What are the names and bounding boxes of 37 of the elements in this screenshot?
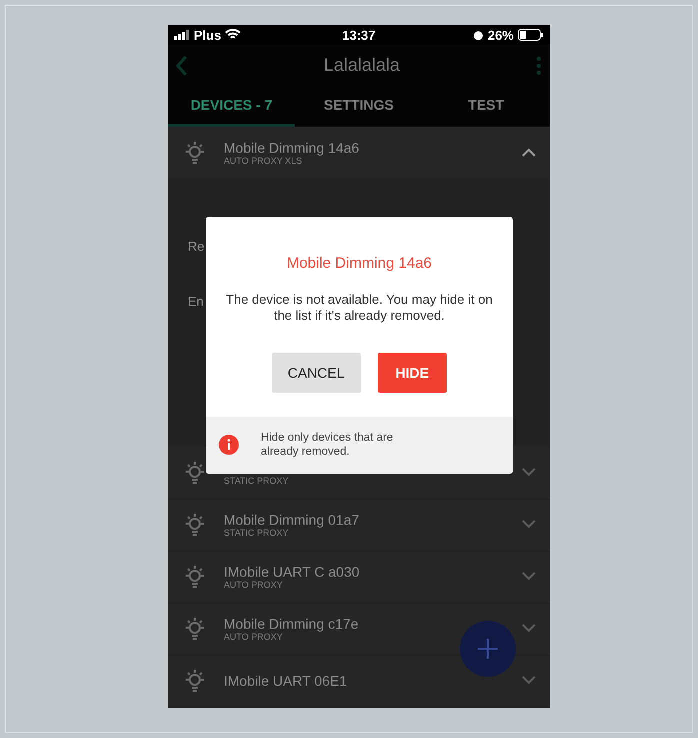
screen-title: Lalalalala — [324, 55, 400, 76]
device-type: AUTO PROXY XLS — [224, 156, 302, 166]
chevron-down-icon[interactable] — [522, 676, 536, 686]
tab[interactable]: DEVICES - 7 — [168, 86, 296, 128]
dialog-title: Mobile Dimming 14a6 — [286, 255, 434, 272]
device-type: AUTO PROXY — [224, 580, 284, 590]
info-note: Hide only devices that are already removed. — [261, 430, 394, 460]
info-icon — [219, 435, 239, 456]
battery-percent: 26% — [488, 28, 514, 43]
signal-icon — [174, 30, 190, 40]
wifi-icon — [225, 29, 242, 42]
hide-button[interactable]: HIDE — [378, 352, 448, 392]
clock-time: 13:37 — [342, 28, 376, 43]
device-type: STATIC PROXY — [224, 476, 290, 486]
chevron-down-icon[interactable] — [522, 624, 536, 634]
device-type: STATIC PROXY — [224, 528, 290, 538]
chevron-down-icon[interactable] — [522, 520, 536, 530]
device-name: Mobile Dimming 14a6 — [224, 140, 360, 156]
tab[interactable]: TEST — [422, 86, 550, 128]
device-name: Mobile Dimming c17e — [224, 616, 360, 632]
chevron-down-icon[interactable] — [522, 468, 536, 477]
detail-label: En — [188, 294, 204, 310]
tab[interactable]: SETTINGS — [295, 86, 423, 128]
chevron-down-icon[interactable] — [522, 572, 536, 582]
device-name: Mobile Dimming 01a7 — [224, 512, 360, 528]
carrier-name: Plus — [194, 28, 222, 43]
plus-icon — [477, 638, 499, 660]
device-name: IMobile UART 06E1 — [224, 673, 348, 690]
detail-label: Re — [188, 239, 205, 254]
chevron-up-icon[interactable] — [522, 148, 536, 157]
more-options-icon[interactable] — [536, 56, 542, 76]
cancel-button[interactable]: CANCEL — [272, 352, 361, 392]
battery-icon — [518, 29, 544, 42]
device-name: IMobile UART C a030 — [224, 564, 361, 580]
back-icon[interactable] — [176, 54, 188, 77]
device-type: AUTO PROXY — [224, 632, 284, 642]
dialog-message: The device is not available. You may hide it on the list if it's already removed. — [225, 292, 494, 324]
